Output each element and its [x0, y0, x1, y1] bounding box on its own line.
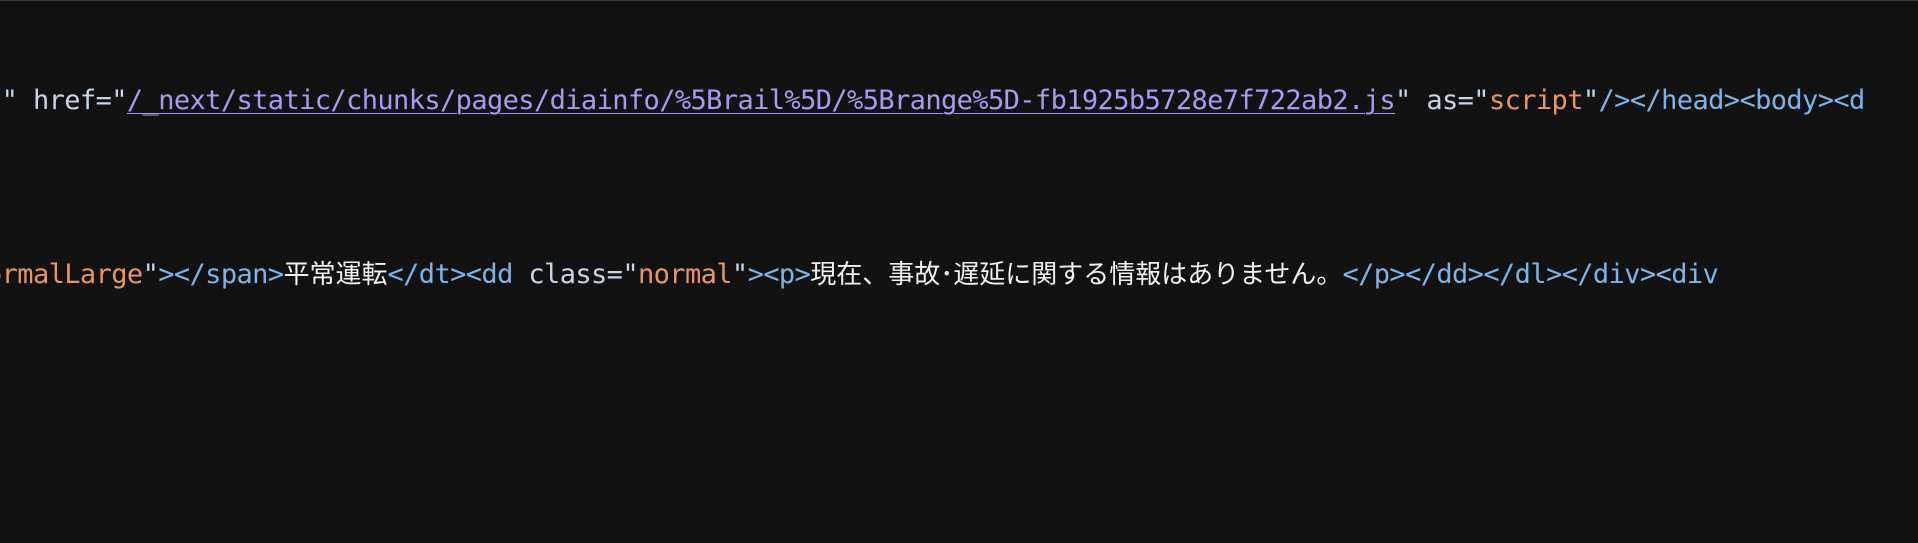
script-url-link[interactable]: /_next/static/chunks/pages/diainfo/%5Bra… [127, 85, 1396, 116]
dd-close-tag: </dd> [1405, 259, 1484, 290]
as-value-string: script [1488, 85, 1584, 116]
dd-open-tag: <dd [465, 259, 514, 290]
dt-close-tag: </dt> [387, 259, 466, 290]
class-value-string: normal [637, 259, 733, 290]
tag-gt: > [747, 259, 764, 290]
closing-quote: " [142, 259, 159, 290]
span-close-tag: </span> [173, 259, 284, 290]
info-message-text: 現在、事故･遅延に関する情報はありません。 [810, 260, 1343, 290]
closing-quote: " [1395, 85, 1411, 116]
p-open-tag: <p> [763, 259, 811, 290]
attribute-href: href [32, 85, 96, 116]
tag-gt: > [158, 259, 174, 290]
tag-fragment: <d [1833, 85, 1865, 116]
equals-quote: =" [1457, 85, 1490, 116]
self-close-tag: /> [1598, 85, 1631, 116]
source-code-view[interactable]: l" href="/_next/static/chunks/pages/diai… [0, 0, 1918, 543]
equals-quote: =" [606, 259, 639, 290]
closing-quote: " [731, 259, 748, 290]
head-close-tag: </head> [1629, 85, 1740, 116]
attribute-class: class [528, 259, 607, 290]
closing-quote: " [1582, 85, 1599, 116]
p-close-tag: </p> [1342, 259, 1406, 290]
status-text: 平常運転 [283, 260, 388, 290]
source-line-status-info: ormalLarge"></span>平常運転</dt><dd class="n… [0, 255, 1719, 295]
source-line-preload-script: l" href="/_next/static/chunks/pages/diai… [0, 81, 1865, 121]
quote-mark: " [1, 85, 18, 116]
class-value-fragment: ormalLarge [0, 259, 143, 290]
div-close-tag: </div> [1561, 259, 1657, 290]
dl-close-tag: </dl> [1483, 259, 1562, 290]
div-open-tag: <div [1655, 259, 1719, 290]
body-open-tag: <body> [1739, 85, 1834, 116]
equals-quote: =" [95, 85, 128, 116]
attribute-as: as [1426, 85, 1458, 116]
